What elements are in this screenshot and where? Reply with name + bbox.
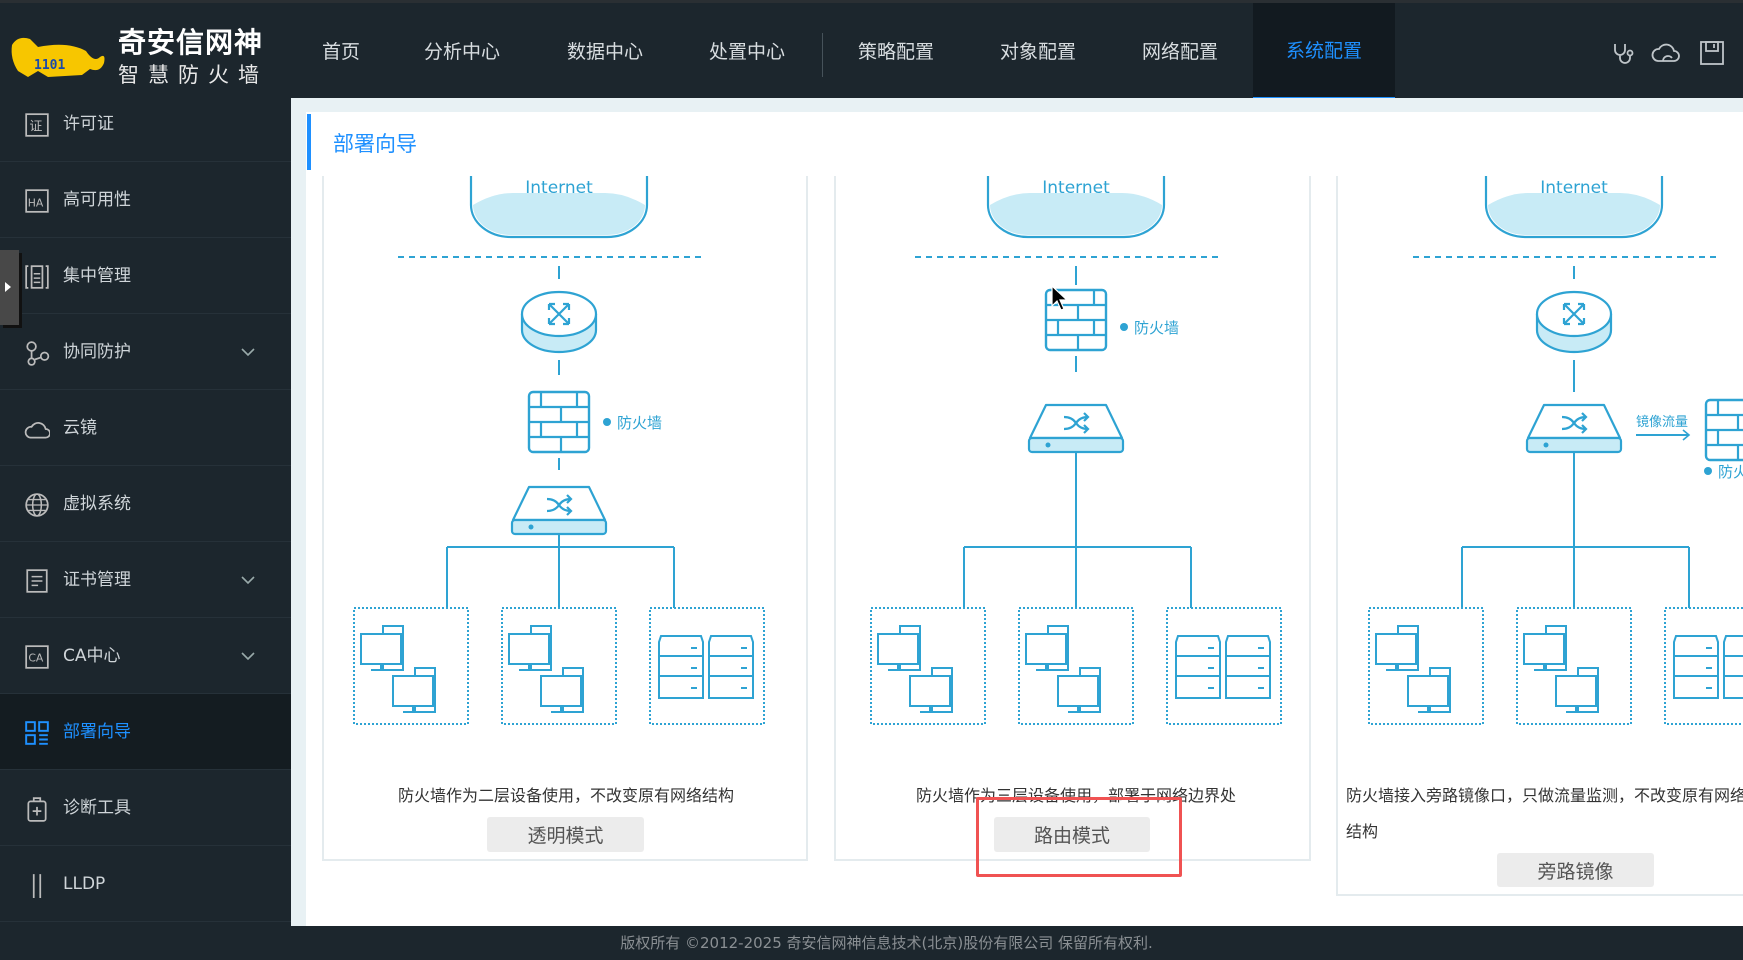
- sidebar-item-ca[interactable]: CA CA中心: [0, 618, 291, 694]
- globe-icon: [25, 493, 49, 517]
- card-description: 防火墙接入旁路镜像口，只做流量监测，不改变原有网络: [1346, 786, 1743, 805]
- nav-object-config[interactable]: 对象配置: [990, 3, 1086, 101]
- brand-name: 奇安信网神: [118, 26, 264, 59]
- brand-logo[interactable]: 1101 奇安信网神 智慧防火墙: [8, 17, 278, 87]
- svg-text:证: 证: [29, 119, 42, 134]
- sidebar-item-label: 部署向导: [63, 722, 131, 742]
- central-management-icon: [25, 265, 49, 289]
- chevron-down-icon[interactable]: [240, 648, 256, 664]
- nav-analysis-center[interactable]: 分析中心: [414, 3, 510, 101]
- nav-home[interactable]: 首页: [306, 3, 376, 101]
- transparent-mode-button[interactable]: 透明模式: [487, 817, 644, 852]
- card-description: 防火墙作为二层设备使用，不改变原有网络结构: [397, 786, 734, 805]
- nav-policy-config[interactable]: 策略配置: [848, 3, 944, 101]
- svg-text:HA: HA: [28, 196, 44, 209]
- top-header: 1101 奇安信网神 智慧防火墙 首页 分析中心 数据中心 处置中心 策略配置 …: [0, 0, 1743, 101]
- sidebar-item-license[interactable]: 证 许可证: [0, 98, 291, 162]
- ca-icon: CA: [25, 645, 49, 669]
- bypass-mirror-button[interactable]: 旁路镜像: [1497, 853, 1654, 887]
- sidebar-item-certificate[interactable]: 证书管理: [0, 542, 291, 618]
- collaboration-icon: [26, 341, 50, 366]
- sidebar-item-ha[interactable]: HA 高可用性: [0, 162, 291, 238]
- sidebar-item-label: 诊断工具: [63, 798, 131, 818]
- page-title: 部署向导: [333, 132, 417, 156]
- svg-text:CA: CA: [28, 651, 44, 664]
- sidebar: 证 许可证 HA 高可用性集中管理协同防护云镜虚拟系统证书管理 CA CA中心部署向导诊断…: [0, 98, 291, 926]
- certificate-icon: [26, 569, 48, 593]
- sidebar-item-label: 证书管理: [63, 570, 131, 590]
- sidebar-item-label: LLDP: [63, 874, 106, 894]
- sidebar-item-label: 集中管理: [63, 266, 131, 286]
- stethoscope-icon[interactable]: [1609, 39, 1637, 67]
- deploy-wizard-icon: [25, 721, 49, 745]
- brand-subtitle: 智慧防火墙: [118, 63, 268, 87]
- svg-text:1101: 1101: [34, 58, 65, 73]
- sidebar-item-label: 协同防护: [63, 342, 131, 362]
- cloud-icon[interactable]: [1650, 39, 1682, 67]
- lldp-icon: [32, 874, 42, 898]
- license-icon: 证: [25, 113, 49, 137]
- nav-disposal-center[interactable]: 处置中心: [699, 3, 795, 101]
- cloud-mirror-icon: [24, 422, 50, 439]
- diagnostic-icon: [27, 797, 47, 822]
- mouse-cursor-icon: [1051, 284, 1069, 311]
- sidebar-item-deploy-wizard[interactable]: 部署向导: [0, 694, 291, 770]
- nav-system-config[interactable]: 系统配置: [1253, 3, 1395, 101]
- nav-network-config[interactable]: 网络配置: [1132, 3, 1228, 101]
- page-title-bar: 部署向导: [306, 112, 1743, 176]
- nav-data-center[interactable]: 数据中心: [557, 3, 653, 101]
- tiger-logo-icon: 1101: [11, 37, 105, 77]
- footer-copyright: 版权所有 ©2012-2025 奇安信网神信息技术(北京)股份有限公司 保留所有…: [0, 926, 1743, 960]
- save-icon[interactable]: [1698, 39, 1726, 67]
- sidebar-item-label: 许可证: [63, 114, 114, 134]
- chevron-down-icon[interactable]: [240, 572, 256, 588]
- ha-icon: HA: [25, 189, 49, 213]
- nav-divider: [822, 33, 823, 77]
- highlight-box: [976, 797, 1182, 877]
- caret-right-icon: [5, 282, 11, 292]
- card-transparent-mode: [322, 152, 808, 861]
- sidebar-item-label: CA中心: [63, 646, 121, 666]
- sidebar-item-label: 高可用性: [63, 190, 131, 210]
- sidebar-item-label: 虚拟系统: [63, 494, 131, 514]
- title-accent-bar: [307, 114, 311, 170]
- sidebar-item-label: 云镜: [63, 418, 97, 438]
- chevron-down-icon[interactable]: [240, 344, 256, 360]
- card-route-mode: [834, 152, 1311, 861]
- sidebar-toggle-handle[interactable]: [0, 250, 19, 325]
- sidebar-item-central-management[interactable]: 集中管理: [0, 238, 291, 314]
- sidebar-item-collaboration[interactable]: 协同防护: [0, 314, 291, 390]
- sidebar-item-diagnostic[interactable]: 诊断工具: [0, 770, 291, 846]
- sidebar-item-globe[interactable]: 虚拟系统: [0, 466, 291, 542]
- sidebar-item-lldp[interactable]: LLDP: [0, 846, 291, 922]
- card-description-line2: 结构: [1346, 822, 1379, 841]
- sidebar-item-cloud-mirror[interactable]: 云镜: [0, 390, 291, 466]
